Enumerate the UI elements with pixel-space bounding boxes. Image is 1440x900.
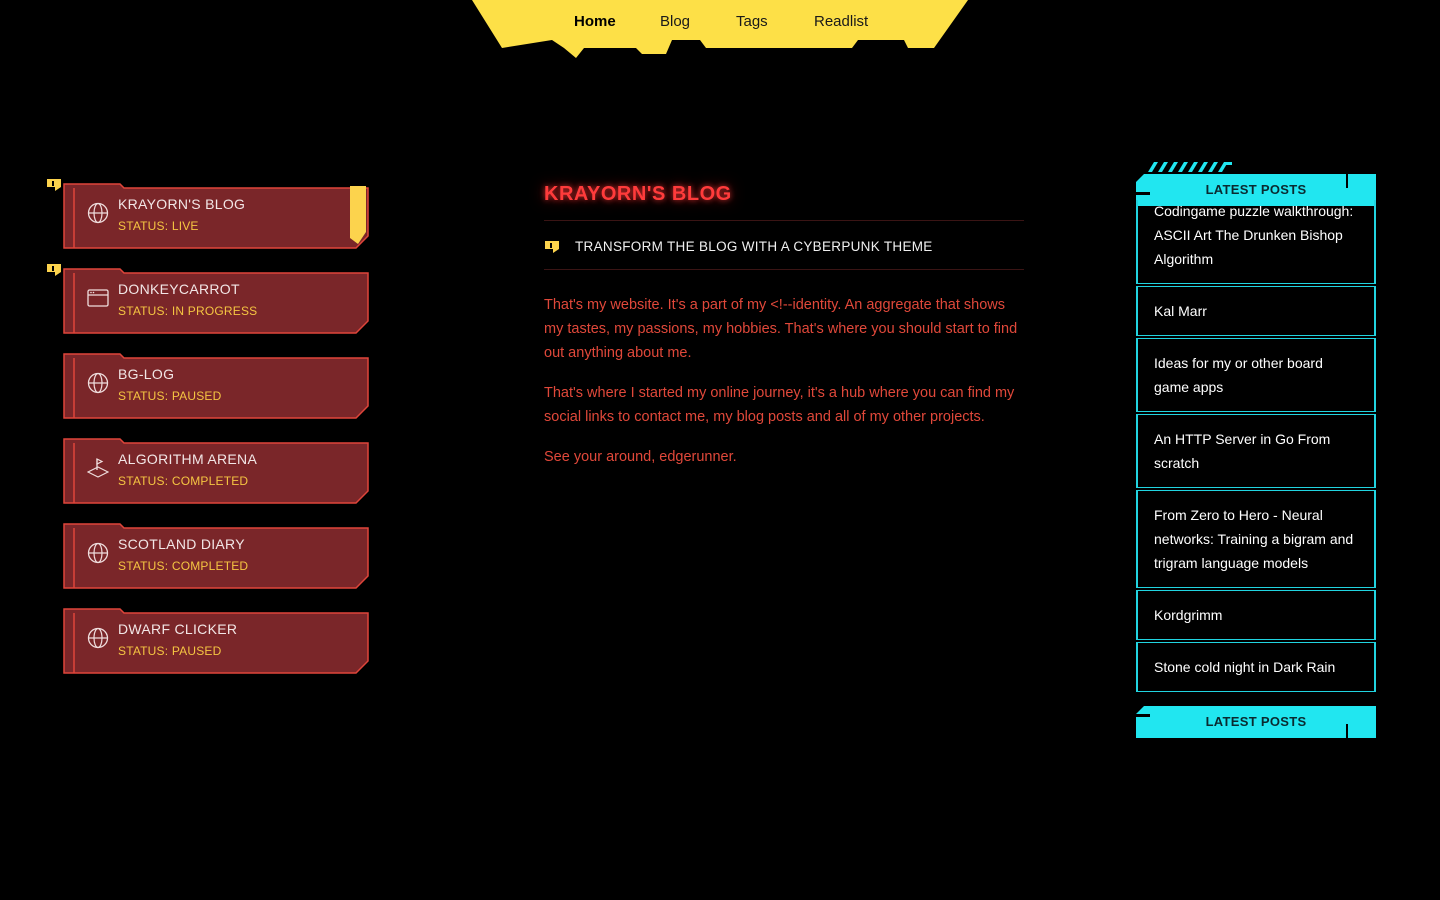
project-card-dwarf-clicker[interactable]: DWARF CLICKER STATUS: PAUSED [44,603,370,675]
post-link[interactable]: Kal Marr [1136,286,1376,336]
nav-tags[interactable]: Tags [736,12,768,32]
nav-blog[interactable]: Blog [660,12,690,32]
post-link[interactable]: Stone cold night in Dark Rain [1136,642,1376,692]
quest-marker-icon [47,264,61,276]
post-link[interactable]: From Zero to Hero - Neural networks: Tra… [1136,490,1376,588]
latest-posts-scroll[interactable]: Codingame puzzle walkthrough: ASCII Art … [1136,200,1376,710]
nav-readlist[interactable]: Readlist [814,12,868,32]
intro-paragraph-3: See your around, edgerunner. [544,449,737,465]
post-link[interactable]: Ideas for my or other board game apps [1136,338,1376,412]
project-status: STATUS: COMPLETED [118,474,249,488]
globe-icon [87,542,109,564]
project-status: STATUS: COMPLETED [118,559,249,573]
quest-divider [544,269,1024,270]
post-link[interactable]: Kordgrimm [1136,590,1376,640]
project-name: DWARF CLICKER [118,621,238,637]
project-status: STATUS: LIVE [118,219,199,233]
quest-text: TRANSFORM THE BLOG WITH A CYBERPUNK THEM… [575,239,933,254]
globe-icon [87,627,109,649]
project-card-scotland-diary[interactable]: SCOTLAND DIARY STATUS: COMPLETED [44,518,370,590]
title-divider [544,220,1024,221]
project-card-krayorns-blog[interactable]: KRAYORN'S BLOG STATUS: LIVE [44,178,370,250]
project-name: BG-LOG [118,366,175,382]
latest-posts-header-label: LATEST POSTS [1205,182,1307,197]
latest-posts-footer-label: LATEST POSTS [1205,714,1307,729]
intro-paragraph-1: That's my website. It's a part of my <!-… [544,297,1018,361]
quest-marker-icon [47,179,61,191]
project-card-algorithm-arena[interactable]: ALGORITHM ARENA STATUS: COMPLETED [44,433,370,505]
project-card-bg-log[interactable]: BG-LOG STATUS: PAUSED [44,348,370,420]
project-status: STATUS: IN PROGRESS [118,304,258,318]
nav-home[interactable]: Home [574,12,616,32]
post-link[interactable]: Codingame puzzle walkthrough: ASCII Art … [1136,200,1376,284]
project-status: STATUS: PAUSED [118,389,222,403]
project-name: SCOTLAND DIARY [118,536,245,552]
globe-icon [87,372,109,394]
latest-posts-list: Codingame puzzle walkthrough: ASCII Art … [1136,200,1376,694]
current-quest: TRANSFORM THE BLOG WITH A CYBERPUNK THEM… [544,238,1024,258]
intro-paragraph-2: That's where I started my online journey… [544,385,1015,425]
quest-marker-icon [545,241,559,253]
project-name: KRAYORN'S BLOG [118,196,246,212]
project-status: STATUS: PAUSED [118,644,222,658]
latest-posts-footer: LATEST POSTS [1136,706,1376,738]
latest-posts-panel: LATEST POSTS Codingame puzzle walkthroug… [1136,162,1378,742]
page-title: KRAYORN'S BLOG [544,183,732,205]
project-card-donkeycarrot[interactable]: DONKEYCARROT STATUS: IN PROGRESS [44,263,370,335]
post-link[interactable]: An HTTP Server in Go From scratch [1136,414,1376,488]
project-name: ALGORITHM ARENA [118,451,258,467]
flag-on-platform-icon [87,458,109,478]
top-nav: Home Blog Tags Readlist [472,0,968,60]
project-name: DONKEYCARROT [118,281,240,297]
globe-icon [87,202,109,224]
browser-window-icon [87,289,109,307]
hazard-stripes [1148,162,1232,172]
